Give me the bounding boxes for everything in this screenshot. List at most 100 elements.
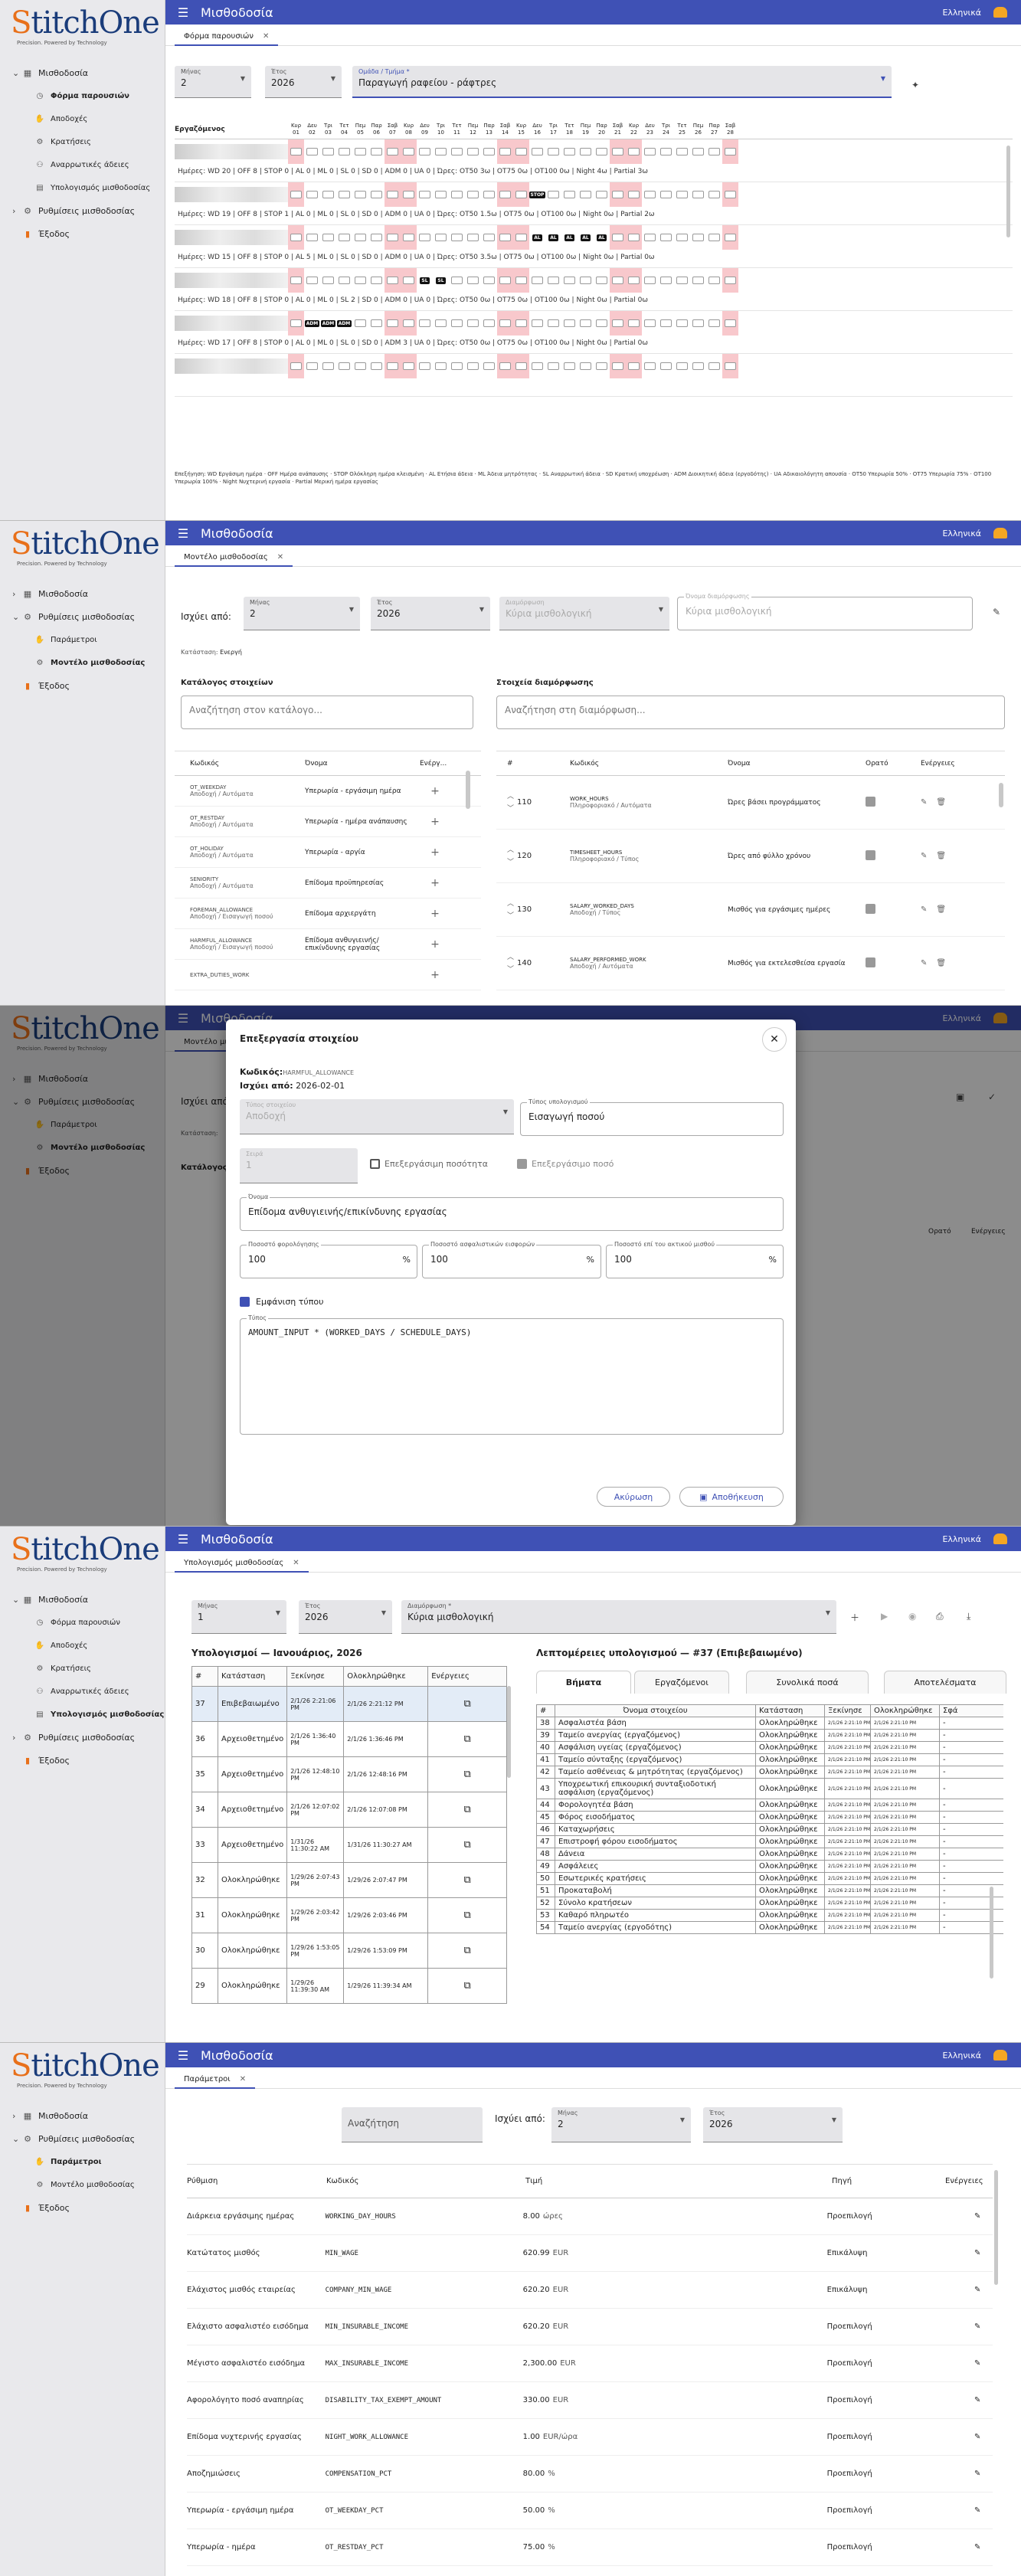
- day-cell[interactable]: [626, 311, 642, 336]
- day-cell[interactable]: [497, 182, 513, 207]
- day-cell[interactable]: [352, 268, 368, 293]
- calc-type-input[interactable]: Τύπος υπολογισμού Εισαγωγή ποσού: [520, 1098, 784, 1136]
- day-cell[interactable]: [352, 354, 368, 378]
- scrollbar[interactable]: [994, 2170, 998, 2285]
- day-cell[interactable]: [433, 225, 449, 250]
- nav-attendance[interactable]: ◷ Φόρμα παρουσιών: [0, 1611, 165, 1634]
- day-cell[interactable]: [320, 354, 336, 378]
- reorder-icon[interactable]: ︿ ﹀: [507, 790, 514, 815]
- day-cell[interactable]: [336, 268, 352, 293]
- day-cell[interactable]: [722, 139, 738, 164]
- nav-params[interactable]: ✋ Παράμετροι: [0, 2150, 165, 2173]
- day-cell[interactable]: [385, 268, 401, 293]
- day-cell[interactable]: [481, 225, 497, 250]
- day-cell[interactable]: [304, 182, 320, 207]
- search-input[interactable]: Αναζήτηση: [342, 2107, 483, 2142]
- day-cell[interactable]: [626, 182, 642, 207]
- day-cell[interactable]: [288, 225, 304, 250]
- month-select[interactable]: Μήνας 2 ▼: [175, 66, 251, 98]
- month-select[interactable]: Μήνας 2 ▼: [551, 2107, 691, 2142]
- tax-pct-input[interactable]: Ποσοστό φορολόγησης 100%: [240, 1241, 417, 1278]
- day-cell[interactable]: [642, 268, 658, 293]
- add-icon[interactable]: ＋: [850, 1611, 859, 1624]
- day-cell[interactable]: [385, 225, 401, 250]
- nav-calc[interactable]: ▤ Υπολογισμός μισθοδοσίας: [0, 1703, 165, 1726]
- day-cell[interactable]: [401, 139, 417, 164]
- edit-icon[interactable]: ✎: [993, 607, 1000, 617]
- day-cell[interactable]: [449, 182, 465, 207]
- tab-totals[interactable]: Συνολικά ποσά: [746, 1671, 869, 1694]
- day-cell[interactable]: [449, 225, 465, 250]
- day-cell[interactable]: [529, 354, 545, 378]
- day-cell[interactable]: [658, 139, 674, 164]
- day-cell[interactable]: [368, 225, 385, 250]
- day-cell[interactable]: [610, 268, 626, 293]
- nav-payroll[interactable]: › ▦ Μισθοδοσία: [0, 2104, 165, 2127]
- nav-exit[interactable]: ▮ Έξοδος: [0, 1749, 165, 1772]
- close-icon[interactable]: ✕: [277, 553, 283, 561]
- day-cell[interactable]: [642, 225, 658, 250]
- day-cell[interactable]: [658, 225, 674, 250]
- day-cell[interactable]: [368, 354, 385, 378]
- nav-settings[interactable]: ⌄ ⚙ Ρυθμίσεις μισθοδοσίας: [0, 605, 165, 628]
- nav-settings[interactable]: ⌄ ⚙ Ρυθμίσεις μισθοδοσίας: [0, 2127, 165, 2150]
- open-icon[interactable]: ⧉: [463, 1804, 470, 1815]
- open-icon[interactable]: ⧉: [463, 1980, 470, 1992]
- day-cell[interactable]: [626, 354, 642, 378]
- day-cell[interactable]: [481, 268, 497, 293]
- day-cell[interactable]: [642, 354, 658, 378]
- day-cell[interactable]: [401, 182, 417, 207]
- delete-icon[interactable]: 🗑: [936, 959, 946, 967]
- visible-checkbox[interactable]: [866, 957, 875, 967]
- day-cell[interactable]: [626, 225, 642, 250]
- month-select[interactable]: Μήνας 1 ▼: [191, 1600, 286, 1634]
- day-cell[interactable]: [304, 139, 320, 164]
- nav-deductions[interactable]: ⚙ Κρατήσεις: [0, 1657, 165, 1680]
- menu-icon[interactable]: ☰: [165, 526, 201, 541]
- day-cell[interactable]: [561, 268, 578, 293]
- tab-steps[interactable]: Βήματα: [536, 1671, 631, 1694]
- day-cell[interactable]: [658, 182, 674, 207]
- day-cell[interactable]: [497, 354, 513, 378]
- day-cell[interactable]: [449, 268, 465, 293]
- language-select[interactable]: Ελληνικά: [942, 8, 981, 18]
- day-cell[interactable]: [320, 182, 336, 207]
- day-cell[interactable]: [368, 182, 385, 207]
- reorder-icon[interactable]: ︿ ﹀: [507, 844, 514, 869]
- day-cell[interactable]: [385, 311, 401, 336]
- day-cell[interactable]: [578, 268, 594, 293]
- year-select[interactable]: Έτος 2026 ▼: [299, 1600, 392, 1634]
- day-cell[interactable]: [513, 225, 529, 250]
- bell-icon[interactable]: [993, 2050, 1007, 2060]
- day-cell[interactable]: [368, 268, 385, 293]
- edit-icon[interactable]: ✎: [962, 2470, 993, 2478]
- day-cell[interactable]: [401, 354, 417, 378]
- add-icon[interactable]: +: [420, 877, 450, 889]
- edit-icon[interactable]: ✎: [962, 2249, 993, 2257]
- month-select[interactable]: Μήνας 2 ▼: [244, 597, 360, 630]
- day-cell[interactable]: [578, 182, 594, 207]
- day-cell[interactable]: [449, 311, 465, 336]
- day-cell[interactable]: [545, 182, 561, 207]
- day-cell[interactable]: [594, 311, 610, 336]
- day-cell[interactable]: [578, 354, 594, 378]
- day-cell[interactable]: [417, 225, 433, 250]
- scrollbar[interactable]: [999, 783, 1003, 807]
- day-cell[interactable]: ADM: [336, 311, 352, 336]
- nav-attendance[interactable]: ◷ Φόρμα παρουσιών: [0, 84, 165, 107]
- day-cell[interactable]: [449, 354, 465, 378]
- edit-icon[interactable]: ✎: [962, 2322, 993, 2331]
- day-cell[interactable]: [433, 311, 449, 336]
- nav-absences[interactable]: ✋ Αποδοχές: [0, 1634, 165, 1657]
- edit-icon[interactable]: ✎: [962, 2506, 993, 2515]
- edit-icon[interactable]: ✎: [962, 2433, 993, 2441]
- day-cell[interactable]: [433, 354, 449, 378]
- day-cell[interactable]: [529, 268, 545, 293]
- day-cell[interactable]: [433, 139, 449, 164]
- day-cell[interactable]: [336, 182, 352, 207]
- day-cell[interactable]: [433, 182, 449, 207]
- nav-exit[interactable]: ▮ Έξοδος: [0, 2196, 165, 2219]
- open-icon[interactable]: ⧉: [463, 1910, 470, 1921]
- nav-leaves[interactable]: ⚇ Αναρρωτικές άδειες: [0, 1680, 165, 1703]
- day-cell[interactable]: [626, 139, 642, 164]
